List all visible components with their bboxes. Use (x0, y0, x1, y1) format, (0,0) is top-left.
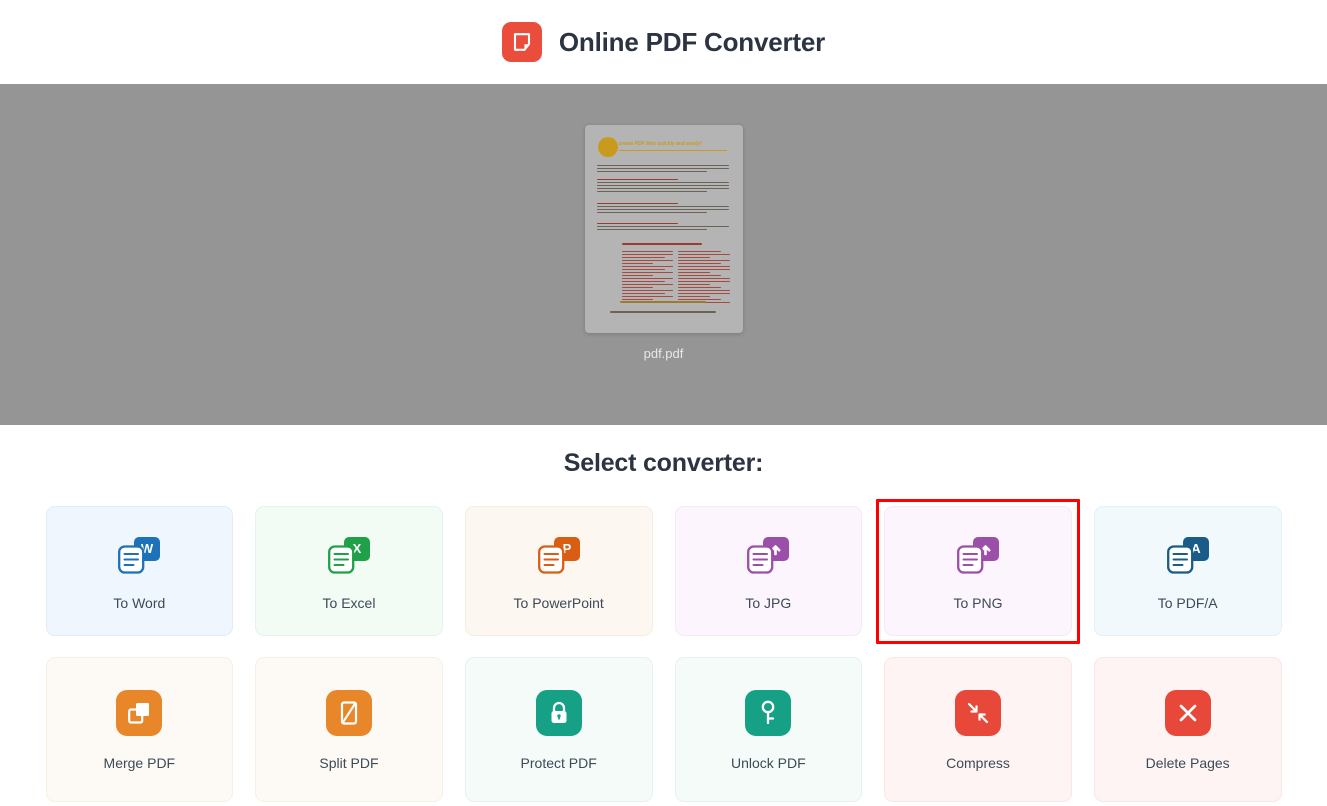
protect-pdf-icon-tile (535, 689, 582, 736)
unlock-pdf-icon (741, 689, 795, 737)
protect-pdf-icon (532, 689, 586, 737)
thumbnail-paragraph (596, 203, 729, 215)
page-title: Online PDF Converter (558, 26, 826, 57)
pdf-page-thumbnail[interactable]: create PDF files quickly and easily! (584, 125, 743, 333)
converter-card-label: To Excel (322, 595, 376, 611)
merge-pdf-icon-tile (116, 689, 163, 736)
thumbnail-subheading (621, 243, 702, 245)
thumbnail-tagline: create PDF files quickly and easily! (618, 141, 702, 147)
converter-card-label: Protect PDF (520, 754, 597, 771)
section-title: Select converter: (563, 449, 764, 477)
converter-card-label: To PDF/A (1157, 595, 1218, 611)
converter-card-compress[interactable]: Compress (884, 657, 1072, 802)
merge-pdf-icon (112, 689, 166, 737)
compress-icon (951, 689, 1005, 737)
to-png-icon (951, 531, 1005, 579)
converter-card-delete-pages[interactable]: Delete Pages (1093, 657, 1282, 802)
converter-card-merge-pdf[interactable]: Merge PDF (45, 657, 234, 802)
converter-card-label: Delete Pages (1145, 754, 1230, 771)
thumbnail-paragraph (596, 179, 729, 194)
converter-card-to-jpg[interactable]: To JPG (674, 506, 863, 636)
thumbnail-paragraph (596, 165, 729, 174)
converter-card-to-powerpoint[interactable]: P To PowerPoint (464, 506, 653, 636)
thumbnail-logo-icon (597, 137, 618, 157)
split-pdf-icon-tile (325, 689, 372, 736)
converter-card-label: To JPG (745, 595, 792, 611)
converter-card-to-pdf-a[interactable]: A To PDF/A (1093, 506, 1282, 636)
thumbnail-footer-note (609, 311, 716, 313)
compress-icon-tile (954, 689, 1001, 736)
converter-card-label: To Word (113, 595, 166, 611)
to-word-icon: W (112, 531, 166, 579)
converter-card-label: Split PDF (319, 754, 379, 771)
converter-card-label: Unlock PDF (730, 754, 806, 771)
converter-card-to-excel[interactable]: X To Excel (255, 506, 443, 636)
converter-card-unlock-pdf[interactable]: Unlock PDF (674, 657, 863, 802)
to-pdfa-icon: A (1161, 531, 1215, 579)
thumbnail-footer-link (619, 301, 706, 303)
app-header: Online PDF Converter (0, 0, 1327, 84)
delete-pages-icon-tile (1164, 689, 1211, 736)
file-name-label: pdf.pdf (643, 346, 684, 361)
converter-card-label: Compress (946, 754, 1010, 771)
converter-card-label: Merge PDF (103, 754, 176, 771)
unlock-pdf-icon-tile (745, 689, 792, 736)
pdf-logo-icon (501, 22, 542, 62)
thumbnail-feature-columns (621, 251, 730, 305)
converter-card-to-word[interactable]: W To Word (45, 506, 234, 636)
converter-section: Select converter: W To Word X To Excel P… (0, 425, 1327, 802)
thumbnail-rule (618, 150, 727, 151)
converter-card-protect-pdf[interactable]: Protect PDF (464, 657, 653, 802)
converter-grid-row2: Merge PDF Split PDF Protect PDF Unlock P… (45, 657, 1282, 802)
to-powerpoint-icon: P (532, 531, 586, 579)
to-jpg-icon (741, 531, 795, 579)
file-preview-area: create PDF files quickly and easily! pdf… (0, 84, 1327, 425)
split-pdf-icon (322, 689, 376, 737)
delete-pages-icon (1161, 689, 1215, 737)
converter-card-split-pdf[interactable]: Split PDF (255, 657, 443, 802)
converter-grid-row1: W To Word X To Excel P To PowerPoint To … (45, 499, 1282, 644)
to-excel-icon: X (322, 531, 376, 579)
converter-card-label: To PowerPoint (513, 595, 604, 611)
thumbnail-paragraph (596, 223, 729, 232)
converter-card-label: To PNG (953, 595, 1003, 611)
converter-card-to-png[interactable]: To PNG (876, 499, 1080, 644)
